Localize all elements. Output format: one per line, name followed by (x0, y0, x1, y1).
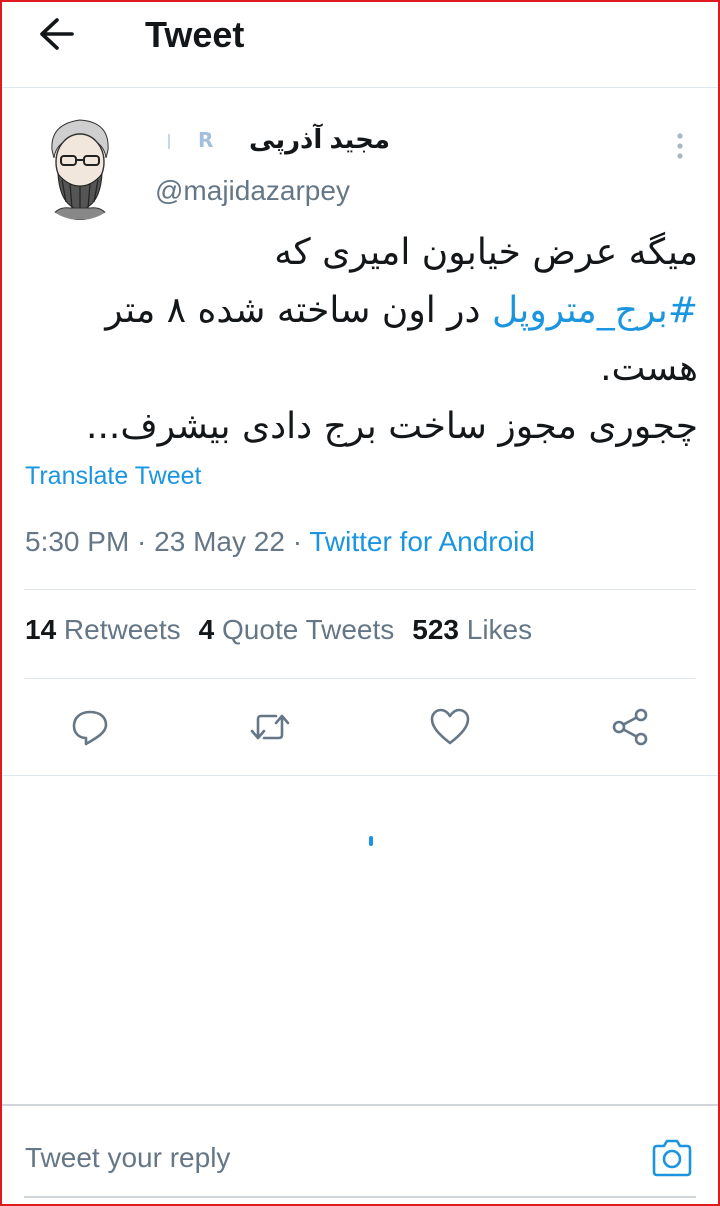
retweet-icon (250, 714, 290, 740)
likes-label: Likes (458, 614, 533, 645)
hashtag-link[interactable]: #برج_متروپل (492, 290, 698, 331)
reply-icon (72, 710, 108, 746)
camera-icon (652, 1139, 692, 1177)
retweets-stat[interactable]: 14 Retweets (25, 614, 181, 645)
author-name-row[interactable]: I R مجید آذرپی (150, 124, 390, 158)
tweet-text: میگه عرض خیابون امیری که #برج_متروپل در … (24, 224, 698, 456)
translate-tweet-link[interactable]: Translate Tweet (25, 462, 201, 491)
reply-input[interactable]: Tweet your reply (25, 1142, 230, 1174)
author-badge-r: R (198, 128, 214, 152)
like-button[interactable] (428, 705, 472, 749)
reply-bar: Tweet your reply (0, 1104, 720, 1206)
tweet-line: چجوری مجوز ساخت برج دادی بیشرف... (86, 406, 698, 447)
tweet-actions (0, 705, 720, 749)
retweet-button[interactable] (248, 705, 292, 749)
loading-spinner (369, 836, 373, 846)
meta-separator: · (129, 526, 155, 557)
retweets-count: 14 (25, 614, 57, 645)
tweet-stats: 14 Retweets 4 Quote Tweets 523 Likes (25, 614, 532, 646)
divider (0, 775, 720, 776)
author-display-name: مجید آذرپی (249, 124, 390, 154)
likes-stat[interactable]: 523 Likes (412, 614, 532, 645)
share-icon (612, 708, 648, 746)
retweets-label: Retweets (56, 614, 181, 645)
tweet-meta: 5:30 PM · 23 May 22 · Twitter for Androi… (25, 526, 535, 558)
top-bar: Tweet (0, 0, 720, 88)
tweet-line: هست. (600, 348, 698, 389)
quote-tweets-count: 4 (198, 614, 215, 645)
divider (24, 678, 696, 679)
reply-button[interactable] (68, 705, 112, 749)
tweet-line-rest: در اون ساخته شده ۸ متر (105, 290, 493, 331)
quote-tweets-label: Quote Tweets (214, 614, 395, 645)
tweet-line: #برج_متروپل در اون ساخته شده ۸ متر (24, 282, 698, 340)
reply-underline (24, 1196, 696, 1198)
avatar[interactable] (30, 110, 130, 220)
author-handle[interactable]: @majidazarpey (155, 175, 350, 207)
back-button[interactable] (30, 12, 82, 56)
camera-button[interactable] (648, 1134, 696, 1182)
author-badge-i: I (166, 130, 172, 154)
divider (24, 589, 696, 590)
tweet-line: میگه عرض خیابون امیری که (274, 232, 698, 273)
arrow-left-icon (40, 18, 74, 50)
meta-separator: · (284, 526, 310, 557)
more-vertical-icon (677, 133, 683, 159)
share-button[interactable] (608, 705, 652, 749)
page-title: Tweet (145, 14, 245, 55)
avatar-portrait-icon (30, 110, 130, 220)
likes-count: 523 (412, 614, 459, 645)
quote-tweets-stat[interactable]: 4 Quote Tweets (199, 614, 395, 645)
heart-icon (430, 708, 470, 745)
tweet-time: 5:30 PM (25, 526, 130, 557)
tweet-date: 23 May 22 (154, 526, 285, 557)
tweet-source-link[interactable]: Twitter for Android (309, 526, 535, 557)
more-options-button[interactable] (664, 126, 696, 166)
